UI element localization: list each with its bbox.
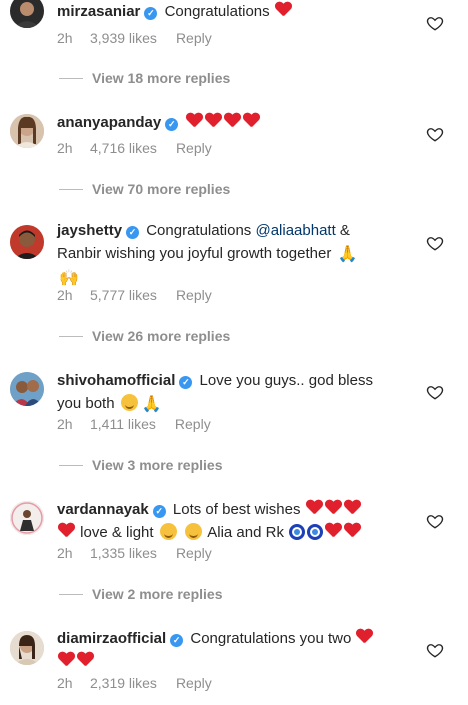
nazar-amulet-emoji-icon <box>307 524 324 540</box>
folded-hands-emoji-icon: 🙏 <box>141 396 162 413</box>
red-heart-emoji-icon <box>205 113 222 128</box>
heart-outline-icon[interactable] <box>426 14 444 32</box>
verified-badge-icon: ✓ <box>126 226 140 239</box>
reply-button[interactable]: Reply <box>176 140 212 156</box>
comment-time: 2h <box>57 416 73 432</box>
comment-meta: 2h 1,335 likes Reply <box>57 545 212 561</box>
avatar[interactable] <box>10 372 44 406</box>
username[interactable]: diamirzaofficial <box>57 630 166 647</box>
heart-outline-icon[interactable] <box>426 383 444 401</box>
comment-time: 2h <box>57 545 73 561</box>
red-heart-emoji-icon <box>344 523 361 538</box>
likes-count[interactable]: 4,716 likes <box>90 140 157 156</box>
smiling-face-emoji-icon <box>120 394 138 411</box>
folded-hands-emoji-icon: 🙏 <box>337 246 358 263</box>
red-heart-emoji-icon <box>224 113 241 128</box>
comment-time: 2h <box>57 675 73 691</box>
avatar[interactable] <box>10 631 44 665</box>
comment-text: Congratulations you two <box>190 630 352 647</box>
comment-meta: 2h 1,411 likes Reply <box>57 416 211 432</box>
view-more-replies-label: View 3 more replies <box>92 457 223 473</box>
comment-meta: 2h 2,319 likes Reply <box>57 675 212 691</box>
heart-outline-icon[interactable] <box>426 512 444 530</box>
red-heart-emoji-icon <box>306 500 323 515</box>
avatar[interactable] <box>10 114 44 148</box>
view-more-replies[interactable]: View 26 more replies <box>59 328 230 344</box>
comment-time: 2h <box>57 30 73 46</box>
comment-text: love & light <box>80 524 154 541</box>
reply-button[interactable]: Reply <box>176 287 212 303</box>
view-more-replies-label: View 18 more replies <box>92 70 231 86</box>
red-heart-emoji-icon <box>325 523 342 538</box>
comment-time: 2h <box>57 140 73 156</box>
view-more-replies-label: View 2 more replies <box>92 586 223 602</box>
username[interactable]: jayshetty <box>57 222 122 239</box>
red-heart-emoji-icon <box>186 113 203 128</box>
comment-text: Congratulations <box>146 222 252 239</box>
heart-outline-icon[interactable] <box>426 234 444 252</box>
replies-divider <box>59 336 83 337</box>
comment-meta: 2h 4,716 likes Reply <box>57 140 212 156</box>
comment-body: ananyapanday ✓ <box>57 111 397 134</box>
username[interactable]: shivohamofficial <box>57 372 175 389</box>
verified-badge-icon: ✓ <box>170 634 184 647</box>
view-more-replies-label: View 70 more replies <box>92 181 231 197</box>
likes-count[interactable]: 3,939 likes <box>90 30 157 46</box>
username[interactable]: mirzasaniar <box>57 3 140 20</box>
view-more-replies[interactable]: View 2 more replies <box>59 586 222 602</box>
nazar-amulet-emoji-icon <box>289 524 306 540</box>
heart-outline-icon[interactable] <box>426 125 444 143</box>
red-heart-emoji-icon <box>58 652 75 667</box>
red-heart-emoji-icon <box>356 629 373 644</box>
username[interactable]: ananyapanday <box>57 114 161 131</box>
red-heart-emoji-icon <box>243 113 260 128</box>
likes-count[interactable]: 2,319 likes <box>90 675 157 691</box>
verified-badge-icon: ✓ <box>144 7 158 20</box>
comment-body: vardannayak ✓ Lots of best wishes love & … <box>57 498 397 544</box>
comment-body: jayshetty ✓ Congratulations @aliaabhatt &… <box>57 219 397 290</box>
reply-button[interactable]: Reply <box>175 416 211 432</box>
smiling-face-emoji-icon <box>159 523 177 540</box>
red-heart-emoji-icon <box>275 2 292 17</box>
red-heart-emoji-icon <box>325 500 342 515</box>
verified-badge-icon: ✓ <box>152 505 166 518</box>
replies-divider <box>59 78 83 79</box>
reply-button[interactable]: Reply <box>176 675 212 691</box>
heart-outline-icon[interactable] <box>426 641 444 659</box>
replies-divider <box>59 594 83 595</box>
comment-meta: 2h 5,777 likes Reply <box>57 287 212 303</box>
avatar[interactable] <box>10 501 44 535</box>
avatar[interactable] <box>10 0 44 28</box>
likes-count[interactable]: 1,411 likes <box>90 416 156 432</box>
comment-body: shivohamofficial ✓ Love you guys.. god bl… <box>57 369 397 416</box>
comment-text: Alia and Rk <box>207 524 284 541</box>
red-heart-emoji-icon <box>344 500 361 515</box>
reply-button[interactable]: Reply <box>176 545 212 561</box>
verified-badge-icon: ✓ <box>179 376 193 389</box>
comment-meta: 2h 3,939 likes Reply <box>57 30 212 46</box>
mention-link[interactable]: @aliaabhatt <box>255 222 335 239</box>
comment-text: Lots of best wishes <box>172 501 301 518</box>
reply-button[interactable]: Reply <box>176 30 212 46</box>
replies-divider <box>59 465 83 466</box>
view-more-replies-label: View 26 more replies <box>92 328 231 344</box>
comment-text: Congratulations <box>164 3 270 20</box>
username[interactable]: vardannayak <box>57 501 149 518</box>
avatar[interactable] <box>10 225 44 259</box>
likes-count[interactable]: 1,335 likes <box>90 545 157 561</box>
verified-badge-icon: ✓ <box>165 118 179 131</box>
likes-count[interactable]: 5,777 likes <box>90 287 157 303</box>
view-more-replies[interactable]: View 3 more replies <box>59 457 222 473</box>
smiling-face-emoji-icon <box>184 523 202 540</box>
view-more-replies[interactable]: View 18 more replies <box>59 70 230 86</box>
comment-body: mirzasaniar ✓ Congratulations <box>57 0 397 23</box>
red-heart-emoji-icon <box>58 523 75 538</box>
comment-body: diamirzaofficial ✓ Congratulations you tw… <box>57 627 397 673</box>
replies-divider <box>59 189 83 190</box>
comment-time: 2h <box>57 287 73 303</box>
red-heart-emoji-icon <box>77 652 94 667</box>
view-more-replies[interactable]: View 70 more replies <box>59 181 230 197</box>
